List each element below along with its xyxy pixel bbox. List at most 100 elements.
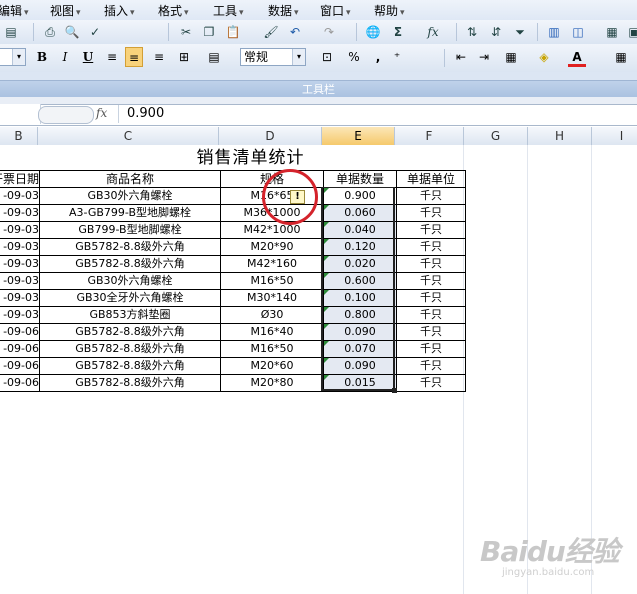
- column-header-f[interactable]: F: [395, 127, 464, 145]
- format-painter-icon[interactable]: 🖌: [262, 23, 280, 41]
- cell-date[interactable]: -09-06: [0, 323, 41, 341]
- menu-tools[interactable]: 工具 ▾: [213, 2, 244, 19]
- insert-function-fx-icon[interactable]: fx: [96, 106, 116, 120]
- cell-name[interactable]: GB30外六角螺栓: [39, 272, 222, 290]
- menu-help[interactable]: 帮助 ▾: [374, 2, 405, 19]
- cell-name[interactable]: A3-GB799-B型地脚螺栓: [39, 204, 222, 222]
- drawing-icon[interactable]: ◫: [569, 23, 587, 41]
- column-header-i[interactable]: I: [592, 127, 637, 145]
- autosum-icon[interactable]: Σ: [389, 23, 407, 41]
- italic-button[interactable]: I: [56, 47, 74, 67]
- copy-icon[interactable]: ❐: [200, 23, 218, 41]
- align-center-icon[interactable]: ≡: [125, 47, 143, 67]
- cell-date[interactable]: -09-03: [0, 272, 41, 290]
- cell-unit[interactable]: 千只: [396, 357, 467, 375]
- cell-name[interactable]: GB5782-8.8级外六角: [39, 255, 222, 273]
- bold-button[interactable]: B: [33, 47, 51, 67]
- borders-icon[interactable]: ▦: [502, 47, 520, 67]
- cell-date[interactable]: -09-03: [0, 187, 41, 205]
- column-header-b[interactable]: B: [0, 127, 38, 145]
- increase-indent-icon[interactable]: ⇥: [475, 47, 493, 67]
- cell-date[interactable]: -09-03: [0, 204, 41, 222]
- redo-icon[interactable]: ↷: [320, 23, 338, 41]
- cell-spec[interactable]: M20*60: [220, 357, 325, 375]
- cell-date[interactable]: -09-03: [0, 306, 41, 324]
- number-format-combo[interactable]: 常规 ▾: [240, 48, 306, 66]
- cell-spec[interactable]: M30*140: [220, 289, 325, 307]
- cell-date[interactable]: -09-06: [0, 340, 41, 358]
- cell-spec[interactable]: M20*80: [220, 374, 325, 392]
- menu-window[interactable]: 窗口 ▾: [320, 2, 351, 19]
- spelling-icon[interactable]: ✓: [86, 23, 104, 41]
- merge-center-icon[interactable]: ⊞: [175, 47, 193, 67]
- menu-format[interactable]: 格式 ▾: [158, 2, 189, 19]
- styles-icon[interactable]: ▤: [205, 47, 223, 67]
- cell-date[interactable]: -09-03: [0, 289, 41, 307]
- cell-name[interactable]: GB799-B型地脚螺栓: [39, 221, 222, 239]
- column-header-e[interactable]: E: [322, 127, 395, 145]
- align-left-icon[interactable]: ≡: [103, 47, 121, 67]
- cell-spec[interactable]: M42*1000: [220, 221, 325, 239]
- cut-icon[interactable]: ✂: [177, 23, 195, 41]
- underline-button[interactable]: U: [79, 47, 97, 67]
- menu-insert[interactable]: 插入 ▾: [104, 2, 135, 19]
- insert-function-icon[interactable]: fx: [424, 23, 442, 41]
- paste-icon[interactable]: 📋: [224, 23, 242, 41]
- increase-decimal-icon[interactable]: ⁺: [388, 47, 406, 67]
- sort-ascending-icon[interactable]: ⇅: [463, 23, 481, 41]
- cell-date[interactable]: -09-03: [0, 255, 41, 273]
- decrease-indent-icon[interactable]: ⇤: [452, 47, 470, 67]
- cell-unit[interactable]: 千只: [396, 374, 467, 392]
- name-box[interactable]: [0, 104, 41, 124]
- undo-icon[interactable]: ↶: [286, 23, 304, 41]
- cell-name[interactable]: GB30外六角螺栓: [39, 187, 222, 205]
- cell-spec[interactable]: M16*50: [220, 272, 325, 290]
- cell-unit[interactable]: 千只: [396, 323, 467, 341]
- cell-unit[interactable]: 千只: [396, 255, 467, 273]
- fill-handle[interactable]: [392, 388, 397, 393]
- comma-button[interactable]: ,: [369, 47, 387, 67]
- header-unit[interactable]: 单据单位: [396, 170, 467, 188]
- font-size-combo[interactable]: ▾: [0, 48, 26, 66]
- chart-wizard-icon[interactable]: ▥: [545, 23, 563, 41]
- cell-name[interactable]: GB5782-8.8级外六角: [39, 340, 222, 358]
- percent-button[interactable]: %: [345, 47, 363, 67]
- cell-unit[interactable]: 千只: [396, 221, 467, 239]
- hyperlink-icon[interactable]: 🌐: [364, 23, 382, 41]
- cell-date[interactable]: -09-03: [0, 238, 41, 256]
- formula-bar-controls[interactable]: [38, 106, 94, 124]
- menu-view[interactable]: 视图 ▾: [50, 2, 81, 19]
- column-header-d[interactable]: D: [219, 127, 322, 145]
- menu-edit[interactable]: 编辑 ▾: [0, 2, 29, 19]
- cell-name[interactable]: GB5782-8.8级外六角: [39, 238, 222, 256]
- toolbar-options-icon[interactable]: ▣: [625, 23, 637, 41]
- open-icon[interactable]: ▤: [2, 23, 20, 41]
- menu-data[interactable]: 数据 ▾: [268, 2, 299, 19]
- print-icon[interactable]: ⎙: [41, 23, 59, 41]
- filter-icon[interactable]: ⏷: [511, 23, 529, 41]
- formula-input[interactable]: 0.900: [118, 105, 637, 123]
- fill-color-icon[interactable]: ◈: [535, 47, 553, 67]
- cell-spec[interactable]: M16*50: [220, 340, 325, 358]
- cell-unit[interactable]: 千只: [396, 204, 467, 222]
- column-header-g[interactable]: G: [464, 127, 528, 145]
- header-quantity[interactable]: 单据数量: [323, 170, 398, 188]
- cell-spec[interactable]: Ø30: [220, 306, 325, 324]
- print-preview-icon[interactable]: 🔍: [63, 23, 81, 41]
- header-date[interactable]: 开票日期: [0, 170, 41, 188]
- cell-date[interactable]: -09-06: [0, 374, 41, 392]
- cell-unit[interactable]: 千只: [396, 306, 467, 324]
- font-color-icon[interactable]: A: [568, 47, 586, 67]
- cell-spec[interactable]: M20*90: [220, 238, 325, 256]
- grid-icon[interactable]: ▦: [603, 23, 621, 41]
- cell-spec[interactable]: M16*40: [220, 323, 325, 341]
- cell-unit[interactable]: 千只: [396, 238, 467, 256]
- column-header-h[interactable]: H: [528, 127, 592, 145]
- header-product-name[interactable]: 商品名称: [39, 170, 222, 188]
- cell-unit[interactable]: 千只: [396, 340, 467, 358]
- sort-descending-icon[interactable]: ⇵: [487, 23, 505, 41]
- cell-name[interactable]: GB853方斜垫圈: [39, 306, 222, 324]
- cell-name[interactable]: GB5782-8.8级外六角: [39, 323, 222, 341]
- cell-name[interactable]: GB5782-8.8级外六角: [39, 374, 222, 392]
- currency-icon[interactable]: ⊡: [318, 47, 336, 67]
